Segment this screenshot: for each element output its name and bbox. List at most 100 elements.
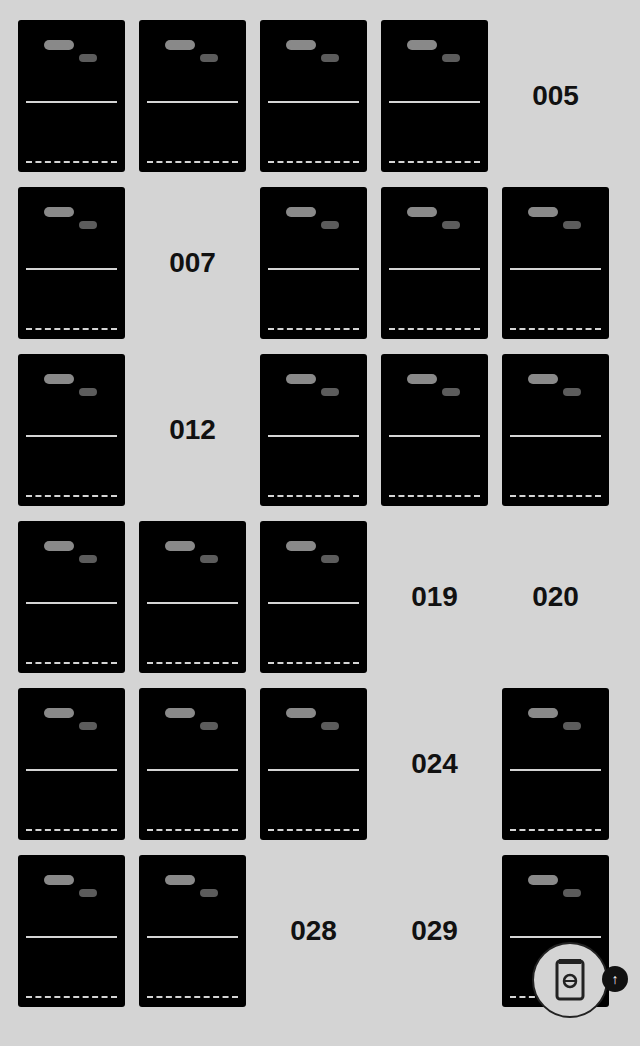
card-divider <box>26 936 117 938</box>
card[interactable] <box>260 688 367 840</box>
slot-number: 012 <box>169 416 216 444</box>
card-art <box>266 360 361 435</box>
empty-slot[interactable]: 007 <box>139 187 246 339</box>
card-art <box>266 694 361 769</box>
card[interactable] <box>381 187 488 339</box>
slot-number: 024 <box>411 750 458 778</box>
card-footer-line <box>26 161 117 164</box>
card-divider <box>510 769 601 771</box>
card[interactable] <box>18 688 125 840</box>
card-art <box>387 26 482 101</box>
card-footer-line <box>26 495 117 498</box>
card[interactable] <box>18 354 125 506</box>
empty-slot[interactable]: 005 <box>502 20 609 172</box>
slot-number: 020 <box>532 583 579 611</box>
card-footer-line <box>389 161 480 164</box>
card-footer-line <box>268 829 359 832</box>
card-divider <box>26 435 117 437</box>
slot-number: 019 <box>411 583 458 611</box>
card-footer-line <box>510 495 601 498</box>
card-art <box>145 861 240 936</box>
card-art <box>24 527 119 602</box>
slot-number: 007 <box>169 249 216 277</box>
card-art <box>24 193 119 268</box>
card-divider <box>510 268 601 270</box>
card-footer-line <box>147 161 238 164</box>
card-footer-line <box>268 161 359 164</box>
empty-slot[interactable]: 024 <box>381 688 488 840</box>
card[interactable] <box>381 20 488 172</box>
empty-slot[interactable]: 019 <box>381 521 488 673</box>
card-divider <box>147 769 238 771</box>
empty-slot[interactable]: 020 <box>502 521 609 673</box>
card[interactable] <box>139 855 246 1007</box>
card-art <box>145 694 240 769</box>
card-footer-line <box>268 328 359 331</box>
empty-slot[interactable]: 012 <box>139 354 246 506</box>
card-divider <box>147 101 238 103</box>
card-divider <box>510 936 601 938</box>
card-pack-icon <box>553 957 587 1003</box>
slot-number: 029 <box>411 917 458 945</box>
card-footer-line <box>147 829 238 832</box>
card[interactable] <box>260 187 367 339</box>
card-divider <box>389 268 480 270</box>
card-footer-line <box>268 495 359 498</box>
card-art <box>508 193 603 268</box>
card-art <box>508 861 603 936</box>
card-art <box>145 527 240 602</box>
card[interactable] <box>139 20 246 172</box>
card-art <box>266 193 361 268</box>
card-footer-line <box>510 328 601 331</box>
card[interactable] <box>18 20 125 172</box>
card-footer-line <box>26 829 117 832</box>
card-art <box>145 26 240 101</box>
card-divider <box>26 268 117 270</box>
card[interactable] <box>139 521 246 673</box>
card-art <box>508 360 603 435</box>
slot-number: 005 <box>532 82 579 110</box>
card-footer-line <box>147 662 238 665</box>
pack-button[interactable] <box>532 942 608 1018</box>
empty-slot[interactable]: 029 <box>381 855 488 1007</box>
card-footer-line <box>26 662 117 665</box>
card-divider <box>268 101 359 103</box>
card[interactable] <box>18 855 125 1007</box>
card[interactable] <box>18 521 125 673</box>
card[interactable] <box>502 688 609 840</box>
slot-number: 028 <box>290 917 337 945</box>
card-art <box>24 861 119 936</box>
card-divider <box>268 602 359 604</box>
card-grid: 005 007 012 019 020 024 028 029 <box>0 0 640 1007</box>
card-divider <box>510 435 601 437</box>
card-footer-line <box>147 996 238 999</box>
card[interactable] <box>18 187 125 339</box>
card-art <box>266 26 361 101</box>
card-art <box>24 26 119 101</box>
card-art <box>508 694 603 769</box>
card[interactable] <box>502 354 609 506</box>
card-footer-line <box>26 996 117 999</box>
card-footer-line <box>389 495 480 498</box>
card[interactable] <box>381 354 488 506</box>
card[interactable] <box>139 688 246 840</box>
card[interactable] <box>260 20 367 172</box>
card-divider <box>268 435 359 437</box>
card[interactable] <box>260 354 367 506</box>
card-art <box>387 360 482 435</box>
card-divider <box>147 602 238 604</box>
collection-screen: 005 007 012 019 020 024 028 029 ↑ <box>0 0 640 1046</box>
card-art <box>24 694 119 769</box>
card-divider <box>26 602 117 604</box>
card-art <box>266 527 361 602</box>
card[interactable] <box>260 521 367 673</box>
card[interactable] <box>502 187 609 339</box>
card-divider <box>147 936 238 938</box>
card-footer-line <box>510 829 601 832</box>
empty-slot[interactable]: 028 <box>260 855 367 1007</box>
card-art <box>24 360 119 435</box>
card-footer-line <box>389 328 480 331</box>
scroll-top-button[interactable]: ↑ <box>602 966 628 992</box>
card-art <box>387 193 482 268</box>
card-divider <box>389 435 480 437</box>
